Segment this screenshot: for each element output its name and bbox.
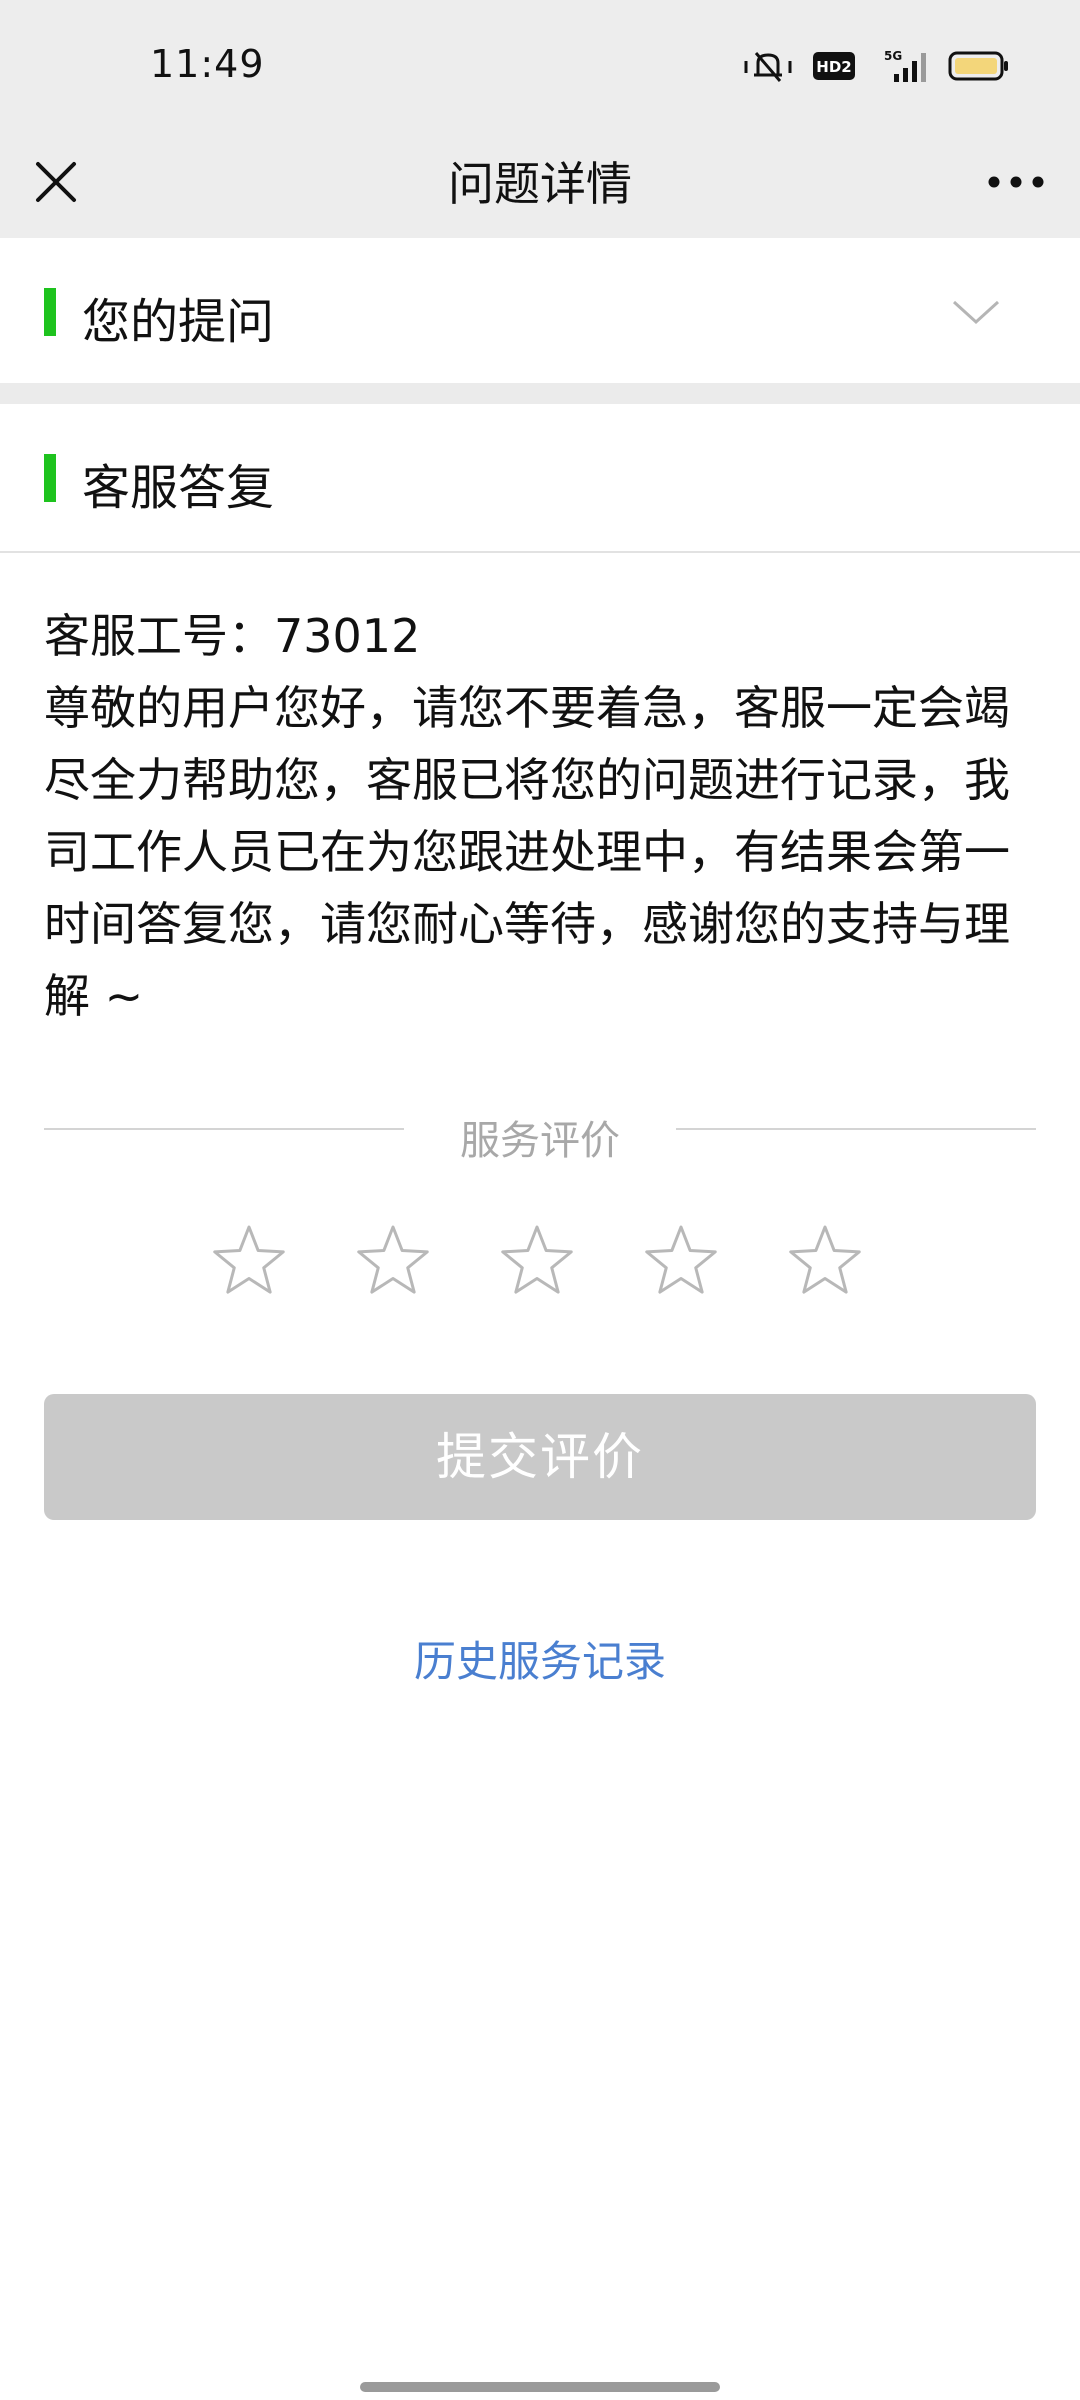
- staff-id: 客服工号：73012: [44, 609, 421, 663]
- answer-section-header: 客服答复: [0, 404, 1080, 550]
- star-icon-4[interactable]: [642, 1222, 720, 1300]
- page-title: 问题详情: [448, 157, 632, 211]
- answer-message: 尊敬的用户您好，请您不要着急，客服一定会竭尽全力帮助您，客服已将您的问题进行记录…: [44, 681, 1010, 1023]
- home-indicator[interactable]: [360, 2382, 720, 2392]
- section-separator: [0, 383, 1080, 404]
- question-section-header[interactable]: 您的提问: [0, 238, 1080, 384]
- question-section-title: 您的提问: [82, 294, 275, 350]
- star-icon-2[interactable]: [354, 1222, 432, 1300]
- answer-section-title: 客服答复: [82, 460, 275, 516]
- nav-bar: 问题详情: [0, 130, 1080, 238]
- status-time: 11:49: [150, 42, 265, 86]
- star-icon-1[interactable]: [210, 1222, 288, 1300]
- answer-body: 客服工号：73012 尊敬的用户您好，请您不要着急，客服一定会竭尽全力帮助您，客…: [44, 600, 1040, 1032]
- chevron-down-icon[interactable]: [950, 286, 1002, 338]
- rating-title: 服务评价: [460, 1118, 620, 1164]
- hd-label: HD2: [816, 58, 851, 76]
- star-icon-3[interactable]: [498, 1222, 576, 1300]
- star-rating[interactable]: [210, 1222, 864, 1300]
- 5g-signal-icon: 5G: [874, 48, 930, 84]
- status-bar: 11:49 HD2 5G: [0, 0, 1080, 130]
- more-button[interactable]: [980, 154, 1052, 210]
- section-accent-bar: [44, 454, 56, 502]
- star-icon-5[interactable]: [786, 1222, 864, 1300]
- hd-icon: HD2: [812, 51, 856, 81]
- network-label: 5G: [884, 49, 902, 63]
- history-link[interactable]: 历史服务记录: [0, 1628, 1080, 1689]
- vibrate-icon: [742, 49, 794, 83]
- more-icon: [988, 176, 1044, 188]
- submit-rating-button[interactable]: 提交评价: [44, 1394, 1036, 1520]
- divider: [0, 551, 1080, 553]
- section-accent-bar: [44, 288, 56, 336]
- status-icons: HD2 5G: [742, 48, 1010, 84]
- battery-icon: [948, 50, 1010, 82]
